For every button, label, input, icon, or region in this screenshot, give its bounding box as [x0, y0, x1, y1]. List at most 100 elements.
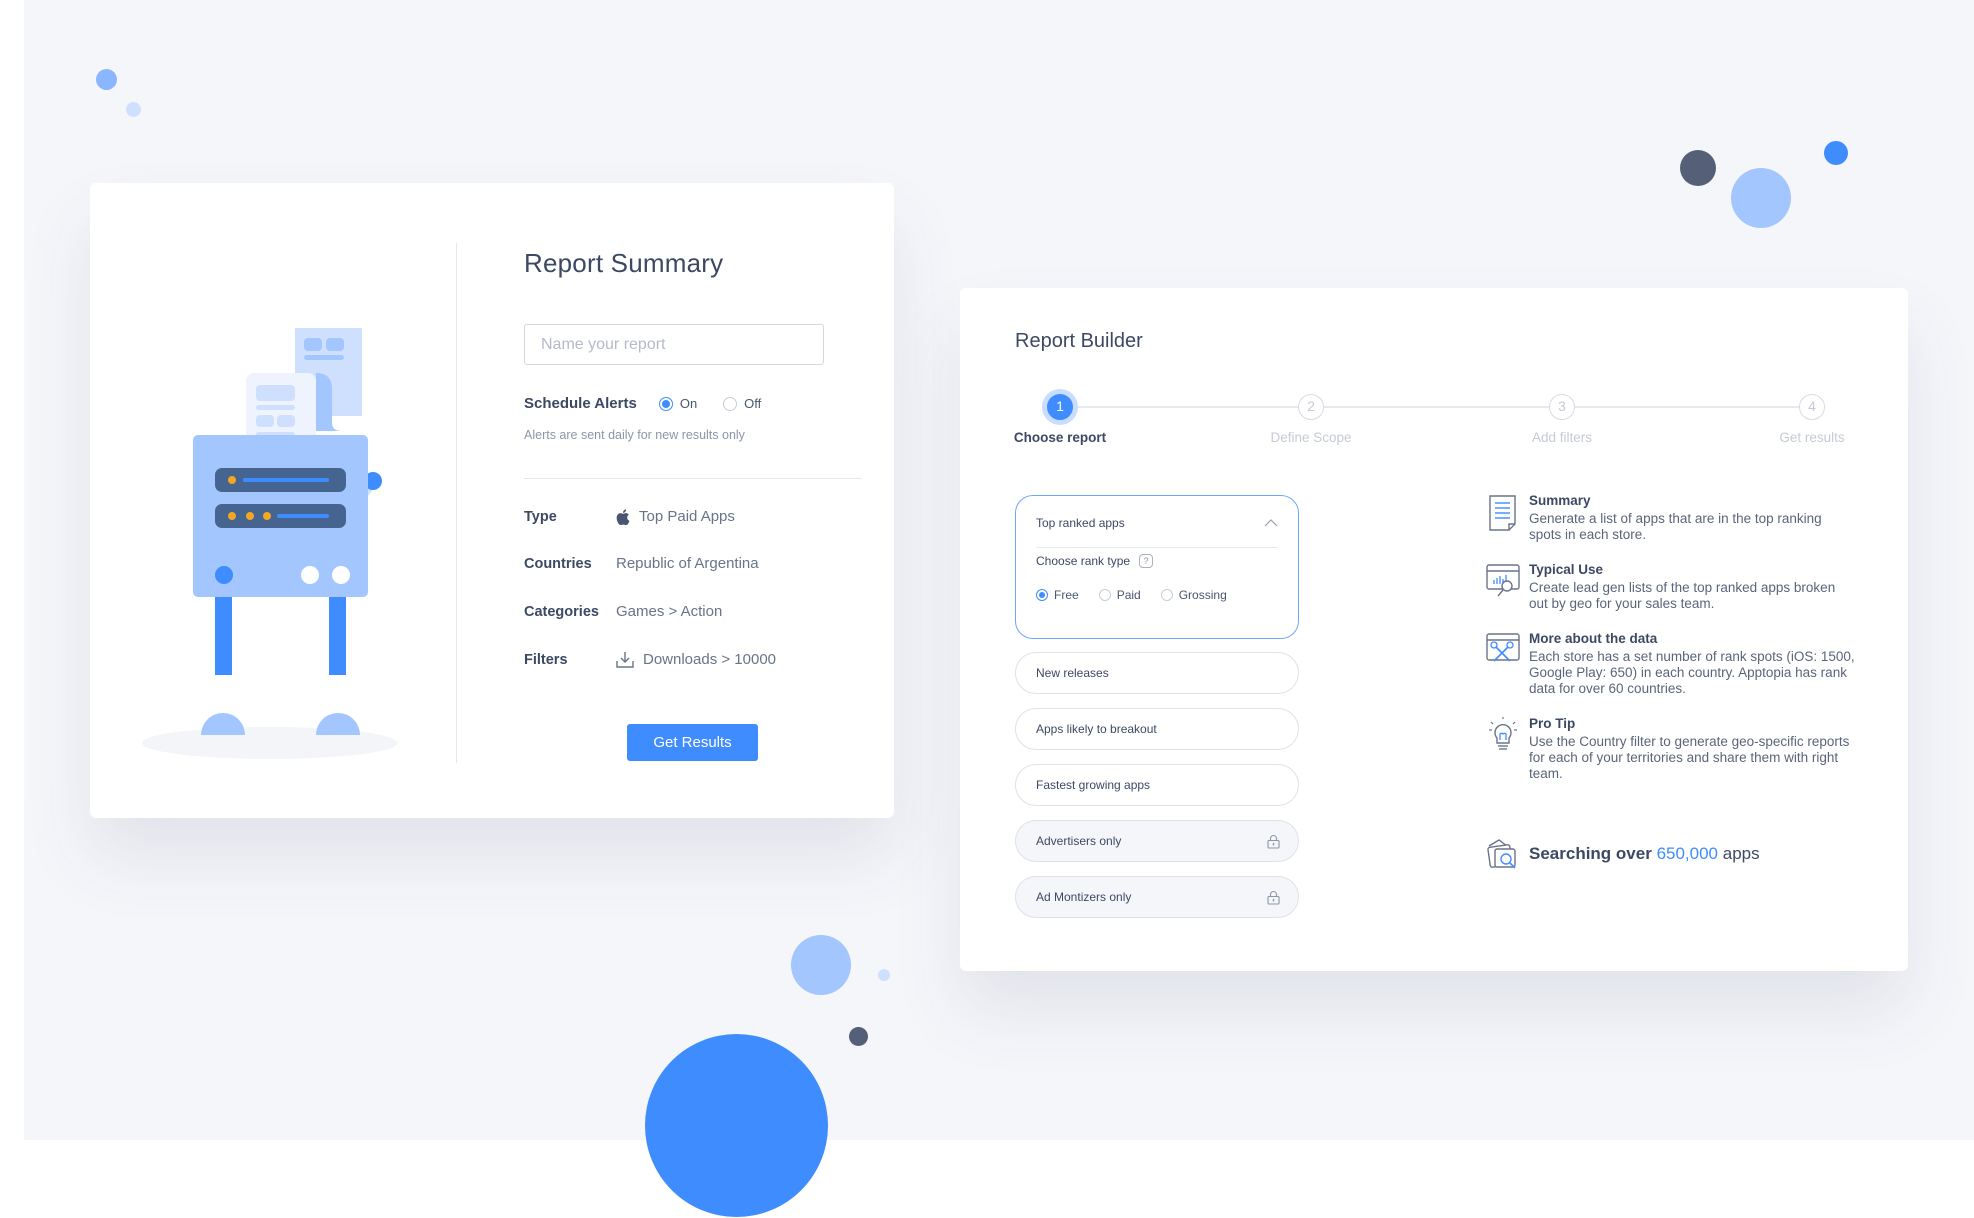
app-search-icon	[1487, 839, 1516, 869]
help-icon[interactable]: ?	[1139, 554, 1154, 568]
rank-grossing-radio[interactable]: Grossing	[1160, 588, 1227, 602]
chart-search-icon	[1486, 564, 1520, 597]
option-label: Apps likely to breakout	[1036, 722, 1157, 736]
detail-value: Downloads > 10000	[616, 651, 776, 668]
option-label: New releases	[1036, 666, 1109, 680]
step-label: Add filters	[1531, 430, 1593, 445]
app-count: 650,000	[1656, 844, 1719, 863]
robot-leg	[329, 597, 346, 675]
accordion-top-ranked-apps: Top ranked apps Choose rank type ? Free …	[1015, 495, 1299, 639]
rank-free-radio[interactable]: Free	[1036, 588, 1079, 602]
schedule-alerts-label: Schedule Alerts	[524, 395, 637, 412]
document-icon	[1489, 495, 1516, 531]
radio-label: Off	[744, 396, 762, 411]
radio-unchecked-icon[interactable]	[723, 396, 738, 411]
detail-countries: Countries Republic of Argentina	[524, 555, 759, 572]
decor-dot	[1731, 168, 1791, 228]
decor-dot	[1680, 150, 1716, 186]
option-label: Advertisers only	[1036, 834, 1122, 848]
radio-label: Grossing	[1178, 588, 1227, 602]
detail-filters: Filters Downloads > 10000	[524, 651, 776, 668]
radio-label: Free	[1054, 588, 1079, 602]
apple-icon	[616, 508, 630, 525]
info-pro-tip: Pro Tip Use the Country filter to genera…	[1485, 716, 1855, 782]
info-summary: Summary Generate a list of apps that are…	[1485, 493, 1855, 543]
info-title: Pro Tip	[1529, 716, 1576, 731]
detail-label: Filters	[524, 651, 568, 668]
detail-value: Top Paid Apps	[616, 508, 735, 525]
lock-icon	[1267, 834, 1280, 849]
info-text: Generate a list of apps that are in the …	[1529, 511, 1822, 542]
info-more-data: More about the data Each store has a set…	[1485, 631, 1855, 697]
option-label: Fastest growing apps	[1036, 778, 1151, 792]
rank-type-label: Choose rank type	[1036, 554, 1131, 568]
detail-categories: Categories Games > Action	[524, 603, 722, 620]
radio-unchecked-icon[interactable]	[1160, 589, 1173, 601]
detail-type: Type Top Paid Apps	[524, 508, 735, 525]
report-option-breakout[interactable]: Apps likely to breakout	[1015, 708, 1299, 750]
step-label: Choose report	[1013, 430, 1107, 445]
decor-dot	[96, 69, 117, 90]
report-option-advertisers[interactable]: Advertisers only	[1015, 820, 1299, 862]
step-number: 3	[1549, 394, 1575, 420]
step-label: Define Scope	[1270, 430, 1352, 445]
decor-dot	[849, 1027, 868, 1046]
report-option-ad-monetizers[interactable]: Ad Montizers only	[1015, 876, 1299, 918]
lock-icon	[1267, 890, 1280, 905]
alerts-off-radio[interactable]: Off	[723, 396, 761, 411]
stepper: 1 Choose report 2 Define Scope 3 Add fil…	[1014, 388, 1845, 458]
searching-banner: Searching over 650,000 apps	[1485, 836, 1760, 872]
option-label: Ad Montizers only	[1036, 890, 1132, 904]
report-type-list: Top ranked apps Choose rank type ? Free …	[1015, 495, 1299, 932]
step-number: 1	[1047, 394, 1073, 420]
detail-value: Republic of Argentina	[616, 555, 759, 572]
decor-dot	[878, 969, 890, 981]
chevron-up-icon[interactable]	[1264, 518, 1278, 527]
report-option-new-releases[interactable]: New releases	[1015, 652, 1299, 694]
step-choose-report[interactable]: 1 Choose report	[995, 388, 1125, 445]
schedule-alerts: Schedule Alerts On Off	[524, 395, 787, 412]
robot-foot	[201, 713, 245, 735]
info-title: More about the data	[1529, 631, 1658, 646]
info-title: Summary	[1529, 493, 1591, 508]
alerts-note: Alerts are sent daily for new results on…	[524, 428, 745, 442]
detail-value: Games > Action	[616, 603, 723, 620]
step-define-scope[interactable]: 2 Define Scope	[1246, 388, 1376, 445]
info-text: Use the Country filter to generate geo-s…	[1529, 734, 1850, 781]
step-number: 4	[1799, 394, 1825, 420]
page-title: Report Summary	[524, 248, 724, 278]
info-panel: Summary Generate a list of apps that are…	[1485, 493, 1855, 801]
get-results-button[interactable]: Get Results	[627, 724, 758, 761]
horizontal-divider	[524, 478, 862, 479]
robot-foot	[316, 713, 360, 735]
detail-label: Type	[524, 508, 557, 525]
radio-unchecked-icon[interactable]	[1098, 589, 1111, 601]
tools-icon	[1486, 633, 1520, 662]
decor-dot	[791, 935, 851, 995]
report-name-input[interactable]	[524, 324, 824, 365]
accordion-header[interactable]: Top ranked apps	[1036, 508, 1278, 548]
step-label: Get results	[1779, 430, 1845, 445]
report-builder-card: Report Builder 1 Choose report 2 Define …	[960, 288, 1908, 971]
vertical-divider	[456, 243, 457, 763]
detail-label: Countries	[524, 555, 592, 572]
info-title: Typical Use	[1529, 562, 1604, 577]
robot-illustration	[142, 328, 398, 759]
searching-text: Searching over 650,000 apps	[1529, 844, 1760, 863]
radio-checked-icon[interactable]	[1036, 589, 1048, 601]
report-option-fastest-growing[interactable]: Fastest growing apps	[1015, 764, 1299, 806]
step-get-results[interactable]: 4 Get results	[1747, 388, 1877, 445]
accordion-title: Top ranked apps	[1036, 515, 1125, 530]
report-summary-card: Report Summary Schedule Alerts On Off Al…	[90, 183, 894, 818]
rank-type-radios: Free Paid Grossing	[1036, 588, 1247, 602]
alerts-on-radio[interactable]: On	[658, 396, 697, 411]
info-text: Create lead gen lists of the top ranked …	[1529, 580, 1836, 611]
rank-paid-radio[interactable]: Paid	[1098, 588, 1141, 602]
rank-type-row: Choose rank type ?	[1036, 554, 1154, 568]
radio-checked-icon[interactable]	[658, 396, 673, 411]
detail-label: Categories	[524, 603, 599, 620]
step-add-filters[interactable]: 3 Add filters	[1497, 388, 1627, 445]
info-text: Each store has a set number of rank spot…	[1529, 649, 1855, 696]
step-number: 2	[1298, 394, 1324, 420]
builder-title: Report Builder	[1015, 330, 1143, 352]
